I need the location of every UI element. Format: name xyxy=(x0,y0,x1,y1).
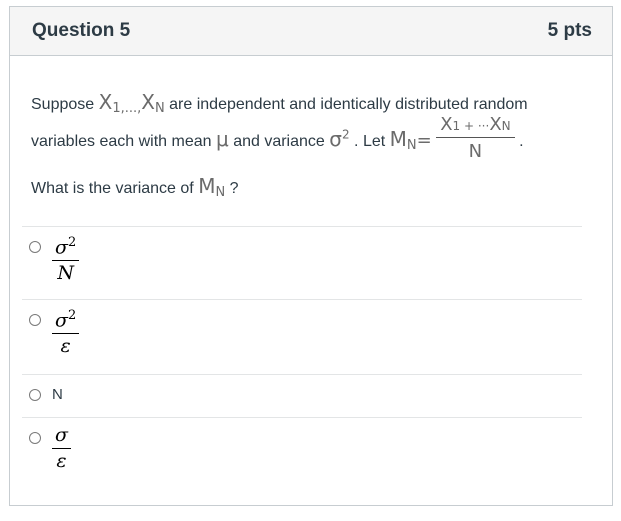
math-mn-2: MN xyxy=(198,174,226,200)
radio-button[interactable] xyxy=(29,314,41,326)
answer-list: σ2 N σ2 ε N σ ε xyxy=(22,226,582,490)
math-fraction: X1 + ···XN N xyxy=(436,114,515,162)
answer-fraction: σ ε xyxy=(52,424,71,472)
question-line-3: What is the variance of MN ? xyxy=(31,174,239,200)
math-mu: μ xyxy=(216,127,229,152)
math-sigma-squared: σ2 xyxy=(329,127,350,152)
question-header: Question 5 5 pts xyxy=(10,7,612,56)
question-line-1: Suppose X1,...,XN are independent and id… xyxy=(31,90,528,116)
text-fragment: ? xyxy=(229,180,239,197)
text-fragment: . xyxy=(519,133,524,151)
answer-option-2[interactable]: σ2 ε xyxy=(22,299,582,374)
text-fragment: variables each with mean xyxy=(31,133,212,151)
radio-button[interactable] xyxy=(29,389,41,401)
radio-button[interactable] xyxy=(29,241,41,253)
math-equals: = xyxy=(416,130,432,152)
text-fragment: Suppose xyxy=(31,96,95,113)
answer-fraction: σ2 ε xyxy=(52,308,80,357)
math-mn: MN xyxy=(389,127,417,154)
text-fragment: and variance xyxy=(233,133,325,151)
question-points: 5 pts xyxy=(547,20,592,41)
answer-fraction: σ2 N xyxy=(52,235,80,284)
question-line-2: variables each with mean μ and variance … xyxy=(31,114,524,166)
text-fragment: . Let xyxy=(354,133,386,151)
question-title: Question 5 xyxy=(32,20,131,41)
answer-text: N xyxy=(52,386,63,403)
text-fragment: are independent and identically distribu… xyxy=(169,96,528,113)
answer-option-1[interactable]: σ2 N xyxy=(22,226,582,299)
answer-option-4[interactable]: σ ε xyxy=(22,417,582,490)
radio-button[interactable] xyxy=(29,432,41,444)
text-fragment: What is the variance of xyxy=(31,180,194,197)
math-x1: X1,...,XN xyxy=(98,90,165,116)
answer-option-3[interactable]: N xyxy=(22,374,582,417)
